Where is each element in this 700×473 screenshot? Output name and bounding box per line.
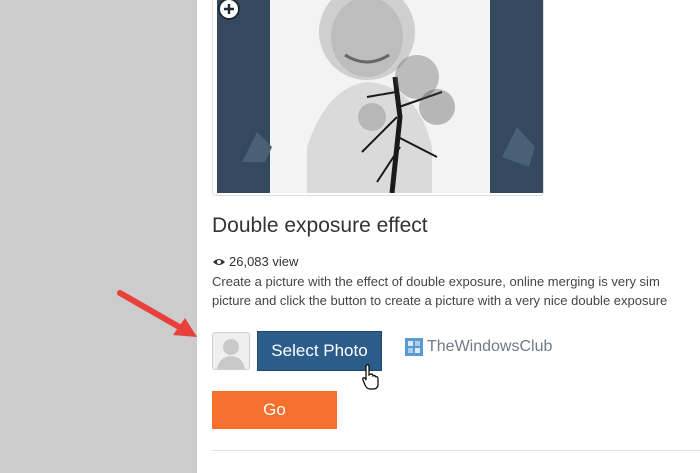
go-button[interactable]: Go	[212, 391, 337, 429]
photo-placeholder[interactable]	[212, 332, 250, 370]
description-line-2: picture and click the button to create a…	[212, 293, 668, 308]
watermark: TheWindowsClub	[405, 338, 552, 356]
effect-title: Double exposure effect	[212, 214, 428, 237]
double-exposure-preview	[217, 0, 543, 193]
left-gutter	[0, 0, 197, 473]
effect-description: Create a picture with the effect of doub…	[212, 272, 700, 310]
watermark-text: TheWindowsClub	[427, 338, 553, 355]
red-arrow-annotation	[117, 290, 197, 337]
windows-club-logo-icon	[405, 338, 423, 356]
eye-icon	[213, 258, 225, 265]
effect-preview-image[interactable]	[212, 0, 544, 196]
main-content: Double exposure effect 26,083 view Creat…	[197, 0, 700, 473]
hand-pointer-icon	[362, 364, 379, 390]
description-line-1: Create a picture with the effect of doub…	[212, 274, 660, 289]
view-count-text: 26,083 view	[229, 254, 299, 269]
divider	[212, 450, 700, 451]
zoom-in-icon[interactable]	[217, 0, 241, 21]
view-count: 26,083 view	[212, 254, 298, 269]
user-placeholder-icon	[217, 339, 245, 369]
